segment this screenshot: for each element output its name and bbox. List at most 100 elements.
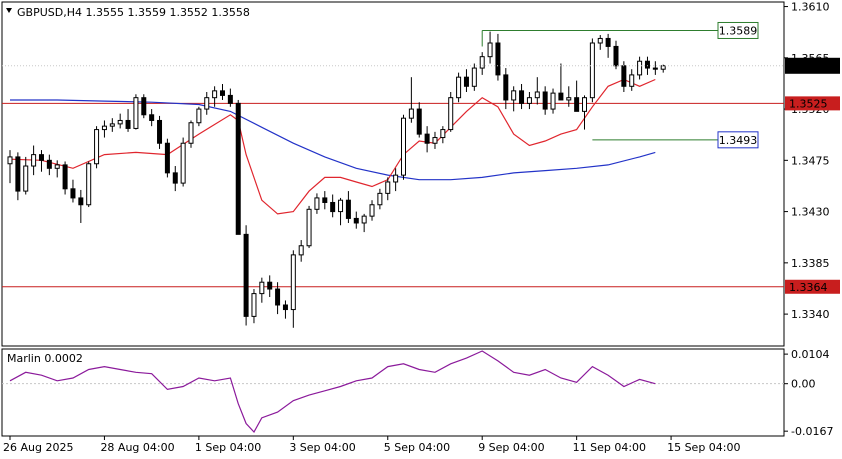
- candle-body: [558, 92, 564, 101]
- candle-body: [117, 119, 123, 125]
- candle: [448, 91, 454, 132]
- candle-body: [487, 42, 493, 58]
- candle-body: [519, 90, 525, 104]
- candle-body: [149, 114, 155, 121]
- candle-body: [550, 92, 556, 110]
- chart: 1.36101.35651.35201.34751.34301.33851.33…: [0, 0, 842, 459]
- candle-body: [353, 217, 359, 224]
- candle-body: [613, 45, 619, 67]
- candle-body: [463, 76, 469, 87]
- candle-body: [54, 164, 60, 169]
- candle-body: [125, 119, 131, 129]
- candle-body: [377, 192, 383, 206]
- candle-body: [70, 188, 76, 199]
- candle-body: [393, 174, 399, 183]
- candle-body: [133, 97, 139, 129]
- candle-body: [566, 97, 572, 101]
- level-price-label: 1.3364: [789, 281, 828, 294]
- candle-body: [282, 304, 288, 311]
- candle: [589, 38, 595, 103]
- x-tick-label: 3 Sep 04:00: [289, 441, 355, 454]
- candle-body: [243, 233, 249, 317]
- candle: [141, 94, 147, 119]
- y-tick-label: 1.3610: [791, 1, 830, 14]
- x-tick-label: 26 Aug 2025: [3, 441, 73, 454]
- candle: [180, 137, 186, 187]
- candle: [306, 205, 312, 249]
- candle: [243, 225, 249, 326]
- candle-body: [338, 199, 344, 213]
- candle-body: [275, 288, 281, 306]
- candle-body: [345, 199, 351, 219]
- candle: [188, 120, 194, 148]
- candle-body: [101, 125, 107, 131]
- candle-body: [196, 108, 202, 124]
- oscillator-name: Marlin 0.0002: [7, 352, 83, 365]
- candle-body: [471, 67, 477, 87]
- candle-body: [440, 129, 446, 139]
- candle-body: [479, 56, 485, 69]
- candle-body: [424, 133, 430, 144]
- candle: [94, 126, 100, 169]
- candle-body: [330, 201, 336, 213]
- candle-body: [511, 90, 517, 101]
- candle-body: [157, 119, 163, 144]
- candle-body: [212, 90, 218, 99]
- chart-svg: 1.36101.35651.35201.34751.34301.33851.33…: [1, 1, 840, 454]
- candle-body: [306, 208, 312, 247]
- y-tick-label: 1.3475: [791, 154, 830, 167]
- candle-body: [235, 102, 241, 235]
- candle: [471, 63, 477, 91]
- current-price-label: 1.3558: [789, 60, 828, 73]
- range-top-label: 1.3589: [719, 24, 758, 37]
- candle-body: [172, 172, 178, 184]
- candle-body: [267, 281, 273, 290]
- candle-body: [416, 108, 422, 135]
- candle-body: [629, 74, 635, 87]
- candle-body: [652, 67, 658, 70]
- candle-body: [78, 197, 84, 206]
- candle-body: [597, 37, 603, 44]
- candle-body: [164, 142, 170, 174]
- oscillator-tick-label: 0.0104: [791, 348, 830, 361]
- candle-body: [180, 142, 186, 184]
- candle-body: [251, 293, 257, 317]
- candle-body: [15, 156, 21, 192]
- x-tick-label: 15 Sep 04:00: [667, 441, 740, 454]
- candle-body: [361, 215, 367, 224]
- candle: [164, 138, 170, 178]
- candle-body: [227, 94, 233, 104]
- x-tick-label: 28 Aug 04:00: [100, 441, 174, 454]
- candle-body: [448, 97, 454, 131]
- y-tick-label: 1.3385: [791, 257, 830, 270]
- candle-body: [109, 123, 115, 127]
- candle-body: [219, 90, 225, 96]
- candle-body: [188, 122, 194, 144]
- candle: [235, 99, 241, 235]
- candle: [456, 72, 462, 103]
- range-bottom-label: 1.3493: [719, 134, 758, 147]
- x-tick-label: 1 Sep 04:00: [195, 441, 261, 454]
- candle-body: [644, 60, 650, 69]
- candle-body: [62, 164, 68, 190]
- x-tick-label: 9 Sep 04:00: [478, 441, 544, 454]
- y-tick-label: 1.3340: [791, 308, 830, 321]
- candle-body: [495, 42, 501, 76]
- candle: [86, 161, 92, 208]
- oscillator-tick-label: -0.0167: [791, 425, 833, 438]
- candle-body: [141, 97, 147, 116]
- candle-body: [38, 154, 44, 161]
- candle-body: [456, 76, 462, 99]
- candle-body: [23, 165, 29, 192]
- candle-body: [290, 254, 296, 311]
- candle-body: [86, 163, 92, 206]
- candle-body: [621, 65, 627, 87]
- candle: [133, 94, 139, 130]
- candle-body: [401, 117, 406, 176]
- oscillator-tick-label: 0.00: [791, 378, 816, 391]
- candle-body: [408, 108, 414, 119]
- candle-body: [542, 91, 548, 110]
- level-price-label: 1.3525: [789, 97, 828, 110]
- candle-body: [503, 74, 509, 101]
- candle-body: [432, 137, 438, 144]
